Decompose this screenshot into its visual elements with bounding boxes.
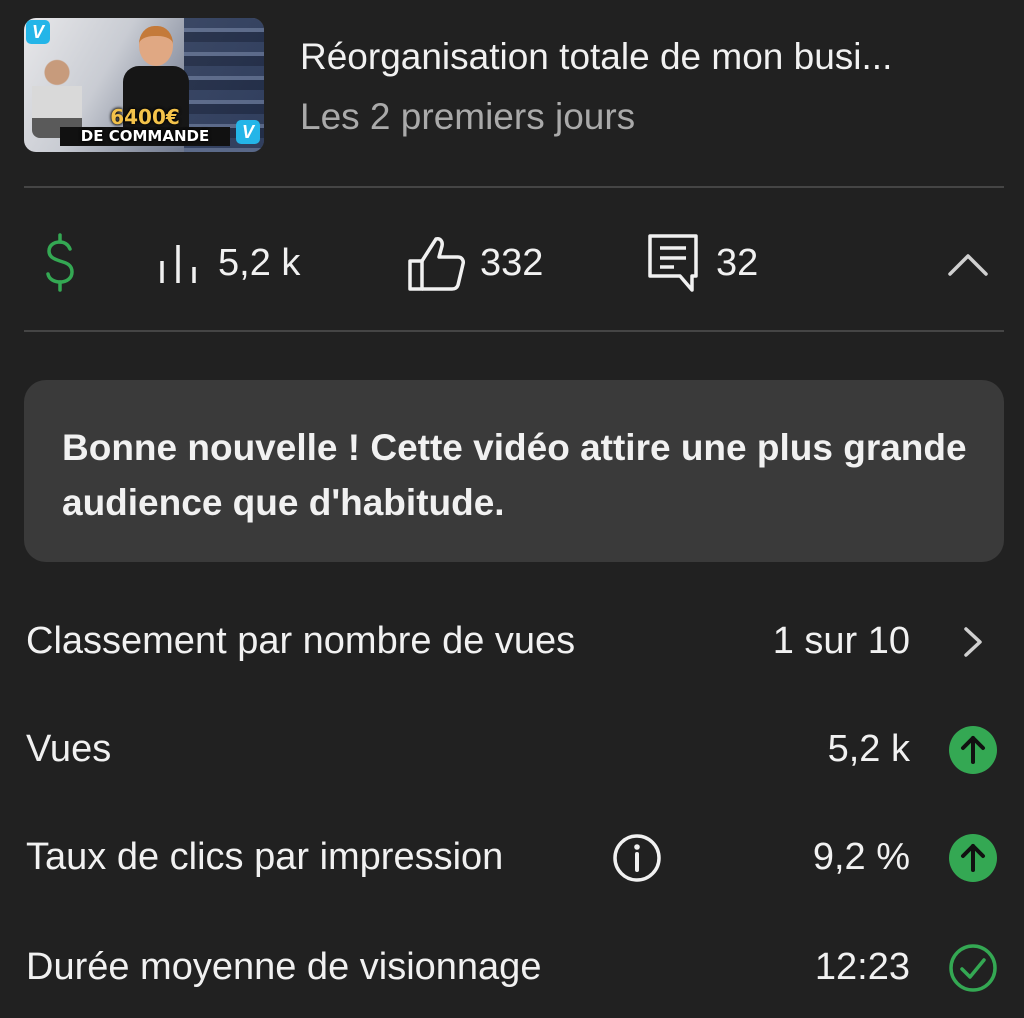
check-circle-icon [949, 944, 997, 992]
bar-chart-icon [160, 245, 196, 283]
thumbnail-caption-amount: 6400€ [110, 105, 180, 129]
video-period: Les 2 premiers jours [300, 96, 636, 137]
comments-count: 32 [716, 241, 759, 284]
chevron-up-icon[interactable] [946, 244, 990, 280]
stat-label: Durée moyenne de visionnage [26, 946, 542, 988]
likes-metric[interactable]: 332 [406, 232, 543, 294]
thumbnail-logo-badge: V [26, 20, 50, 44]
ranking-row[interactable]: Classement par nombre de vues 1 sur 10 [26, 612, 1002, 672]
divider-metrics [24, 330, 1004, 332]
stat-label: Classement par nombre de vues [26, 620, 576, 662]
thumbnail-logo-badge-corner: V [236, 120, 260, 144]
video-title[interactable]: Réorganisation totale de mon busi... [300, 36, 1004, 78]
ctr-row: Taux de clics par impression 9,2 % [26, 828, 1002, 888]
stat-label: Taux de clics par impression [26, 836, 504, 878]
info-icon[interactable] [612, 833, 662, 883]
arrow-up-circle-icon [949, 834, 997, 882]
chevron-right-icon[interactable] [948, 617, 998, 667]
views-metric[interactable]: 5,2 k [154, 232, 300, 294]
stat-value: 1 sur 10 [772, 620, 910, 662]
divider-top [24, 186, 1004, 188]
video-thumbnail[interactable]: V 6400€ DE COMMANDE V [24, 18, 264, 152]
monetization-button[interactable] [40, 232, 80, 294]
stat-value: 12:23 [814, 946, 910, 988]
stat-value: 9,2 % [812, 836, 910, 878]
thumbs-up-icon [408, 237, 465, 291]
thumbnail-caption: 6400€ DE COMMANDE [60, 107, 230, 146]
video-header[interactable]: V 6400€ DE COMMANDE V Réorganisation tot… [24, 18, 1004, 152]
comments-metric[interactable]: 32 [646, 232, 758, 294]
watch-time-row: Durée moyenne de visionnage 12:23 [26, 938, 1002, 998]
dollar-icon [46, 233, 74, 292]
thumbnail-caption-label: DE COMMANDE [60, 127, 230, 146]
views-count: 5,2 k [218, 241, 301, 284]
arrow-up-circle-icon [949, 726, 997, 774]
stat-value: 5,2 k [827, 728, 910, 770]
notice-text: Bonne nouvelle ! Cette vidéo attire une … [62, 427, 967, 523]
stat-label: Vues [26, 728, 112, 770]
likes-count: 332 [480, 241, 544, 284]
comment-icon [648, 234, 698, 292]
performance-notice: Bonne nouvelle ! Cette vidéo attire une … [24, 380, 1004, 562]
views-row: Vues 5,2 k [26, 720, 1002, 780]
